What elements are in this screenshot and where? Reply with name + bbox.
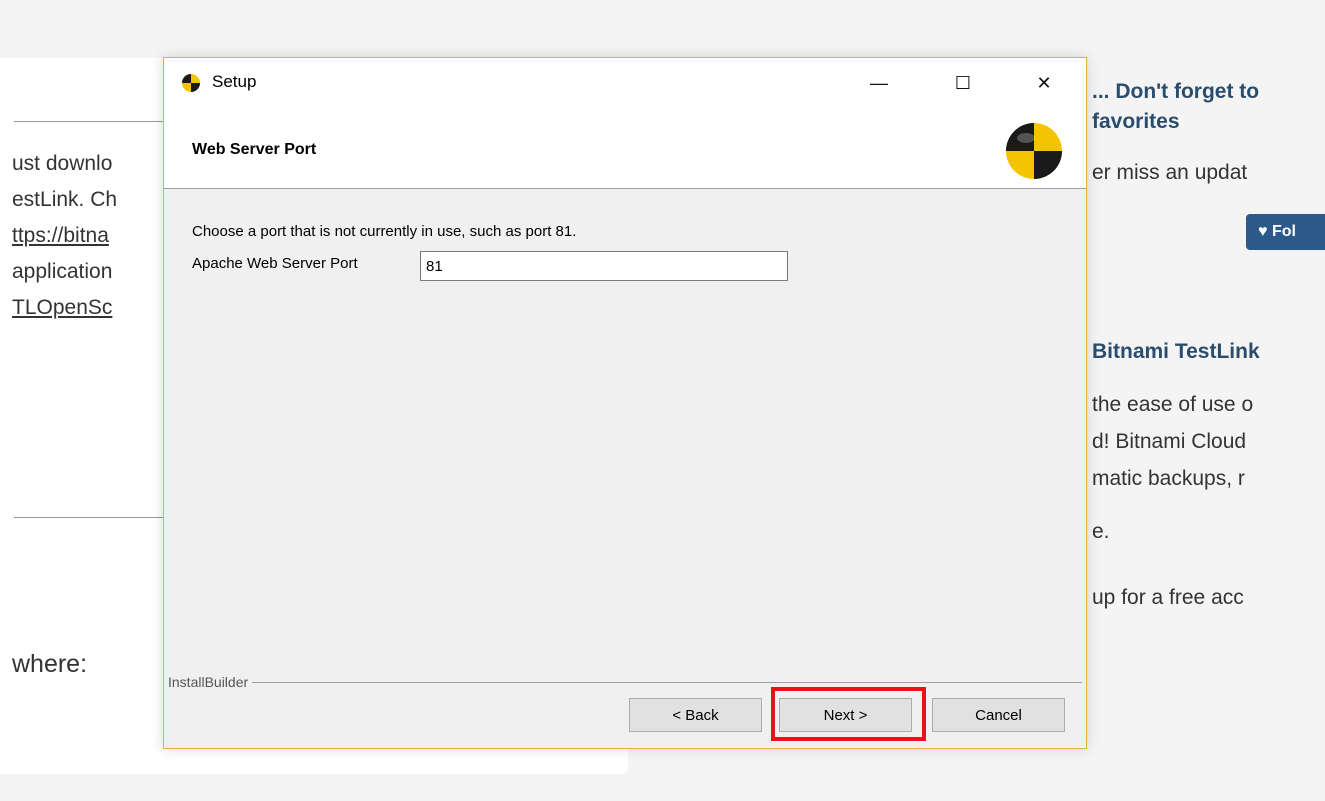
body-text-line: estLink. Ch: [12, 188, 118, 211]
sidebar-heading: Bitnami TestLink: [1092, 340, 1260, 363]
sidebar-text: matic backups, r: [1092, 467, 1245, 490]
bitnami-logo-icon: [182, 74, 200, 92]
next-button[interactable]: Next >: [779, 698, 912, 732]
download-link[interactable]: ttps://bitna: [12, 224, 109, 248]
sidebar-text: the ease of use o: [1092, 393, 1254, 416]
heart-icon: ♥: [1258, 223, 1268, 240]
body-text-line: ust downlo: [12, 152, 113, 175]
maximize-icon: ☐: [954, 72, 972, 93]
close-icon: ✕: [1036, 72, 1052, 93]
body-link[interactable]: TLOpenSc: [12, 296, 112, 320]
window-title: Setup: [212, 72, 257, 91]
minimize-icon: —: [870, 72, 888, 93]
back-button[interactable]: < Back: [629, 698, 762, 732]
page-title: Web Server Port: [192, 141, 317, 158]
maximize-button[interactable]: ☐: [940, 58, 986, 108]
close-button[interactable]: ✕: [1021, 58, 1067, 108]
wizard-header: Web Server Port: [164, 108, 1086, 189]
divider: [14, 121, 174, 122]
right-sidebar: ... Don't forget to favorites er miss an…: [1086, 0, 1325, 801]
port-label: Apache Web Server Port: [192, 255, 358, 272]
sidebar-text: e.: [1092, 520, 1110, 543]
body-text-line: application: [12, 260, 113, 283]
cancel-button[interactable]: Cancel: [932, 698, 1065, 732]
follow-button-label: Fol: [1271, 223, 1296, 240]
sidebar-heading: favorites: [1092, 110, 1180, 133]
title-bar[interactable]: Setup — ☐ ✕: [164, 58, 1086, 108]
instruction-text: Choose a port that is not currently in u…: [192, 223, 577, 240]
sidebar-text: up for a free acc: [1092, 586, 1244, 609]
installbuilder-brand: InstallBuilder: [168, 674, 253, 690]
bitnami-logo-icon: [1006, 123, 1062, 179]
divider: [14, 517, 174, 518]
sidebar-text: er miss an updat: [1092, 161, 1248, 184]
minimize-button[interactable]: —: [856, 58, 902, 108]
footer-separator: [172, 682, 1082, 683]
sidebar-heading: ... Don't forget to: [1092, 80, 1260, 103]
sidebar-text: d! Bitnami Cloud: [1092, 430, 1247, 453]
setup-dialog: Setup — ☐ ✕ Web Server Port Choose a por…: [163, 57, 1087, 749]
port-input[interactable]: [420, 251, 788, 281]
wizard-content: Choose a port that is not currently in u…: [164, 189, 1086, 679]
where-heading: where:: [12, 650, 88, 678]
follow-button[interactable]: ♥ Fol: [1246, 214, 1325, 250]
